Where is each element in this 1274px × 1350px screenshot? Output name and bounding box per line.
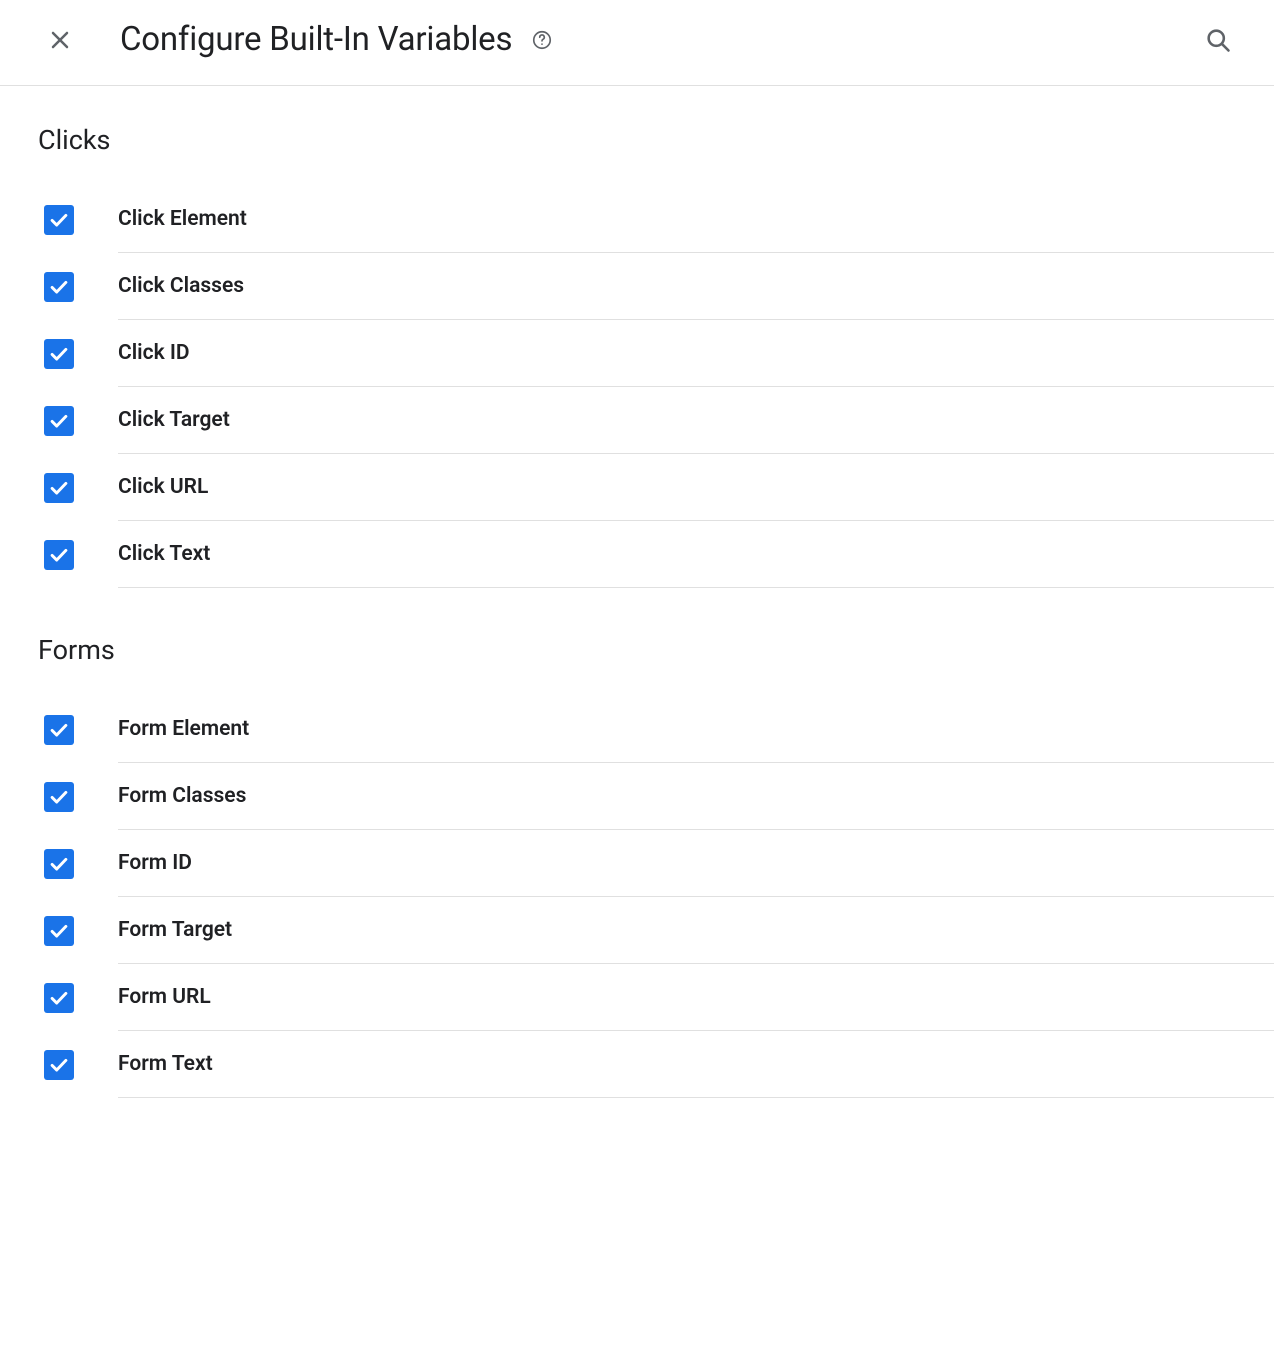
variable-label: Form Text (118, 1052, 213, 1076)
help-icon (531, 29, 553, 51)
variable-label-wrap: Click Target (118, 387, 1274, 454)
variable-row[interactable]: Click ID (38, 320, 1274, 387)
variable-row[interactable]: Form Text (38, 1031, 1274, 1098)
section-forms: Forms Form Element Form Classes Form ID (38, 634, 1274, 1098)
variable-row[interactable]: Form Classes (38, 763, 1274, 830)
variable-label-wrap: Click Element (118, 186, 1274, 253)
checkbox-form-element[interactable] (44, 715, 74, 745)
checkbox-click-classes[interactable] (44, 272, 74, 302)
variable-row[interactable]: Click Element (38, 186, 1274, 253)
dialog-title: Configure Built-In Variables (120, 20, 512, 59)
checkbox-click-target[interactable] (44, 406, 74, 436)
check-icon (48, 544, 70, 566)
search-icon (1204, 26, 1232, 54)
variable-label: Form Element (118, 717, 249, 741)
variable-label: Form Classes (118, 784, 246, 808)
variable-row[interactable]: Click Target (38, 387, 1274, 454)
variable-label-wrap: Form Target (118, 897, 1274, 964)
check-icon (48, 920, 70, 942)
variable-label: Form ID (118, 851, 192, 875)
section-title: Clicks (38, 124, 1274, 156)
variable-label-wrap: Form URL (118, 964, 1274, 1031)
check-icon (48, 343, 70, 365)
variable-label-wrap: Click ID (118, 320, 1274, 387)
variable-label-wrap: Form ID (118, 830, 1274, 897)
variable-label: Click ID (118, 341, 190, 365)
checkbox-form-url[interactable] (44, 983, 74, 1013)
help-button[interactable] (530, 28, 554, 52)
check-icon (48, 209, 70, 231)
dialog-header: Configure Built-In Variables (0, 0, 1274, 86)
variable-row[interactable]: Form Target (38, 897, 1274, 964)
check-icon (48, 853, 70, 875)
variable-label: Click Classes (118, 274, 244, 298)
variable-label: Click Element (118, 207, 247, 231)
check-icon (48, 410, 70, 432)
variable-row[interactable]: Form ID (38, 830, 1274, 897)
checkbox-click-element[interactable] (44, 205, 74, 235)
checkbox-form-text[interactable] (44, 1050, 74, 1080)
close-icon (48, 28, 72, 52)
variable-label-wrap: Form Element (118, 696, 1274, 763)
variable-label: Form URL (118, 985, 211, 1009)
checkbox-form-classes[interactable] (44, 782, 74, 812)
variable-label-wrap: Click Text (118, 521, 1274, 588)
search-button[interactable] (1202, 24, 1234, 56)
check-icon (48, 786, 70, 808)
section-clicks: Clicks Click Element Click Classes Click… (38, 124, 1274, 588)
checkbox-form-id[interactable] (44, 849, 74, 879)
checkbox-click-id[interactable] (44, 339, 74, 369)
check-icon (48, 987, 70, 1009)
variable-row[interactable]: Click Text (38, 521, 1274, 588)
check-icon (48, 1054, 70, 1076)
variable-label: Form Target (118, 918, 232, 942)
variable-label-wrap: Form Text (118, 1031, 1274, 1098)
check-icon (48, 477, 70, 499)
variable-row[interactable]: Click Classes (38, 253, 1274, 320)
variable-label: Click URL (118, 475, 208, 499)
variable-label-wrap: Click Classes (118, 253, 1274, 320)
checkbox-click-url[interactable] (44, 473, 74, 503)
variable-row[interactable]: Click URL (38, 454, 1274, 521)
section-title: Forms (38, 634, 1274, 666)
variable-label-wrap: Click URL (118, 454, 1274, 521)
variable-label: Click Text (118, 542, 210, 566)
close-button[interactable] (46, 26, 74, 54)
variable-row[interactable]: Form Element (38, 696, 1274, 763)
checkbox-click-text[interactable] (44, 540, 74, 570)
variable-row[interactable]: Form URL (38, 964, 1274, 1031)
variable-label-wrap: Form Classes (118, 763, 1274, 830)
check-icon (48, 276, 70, 298)
variable-label: Click Target (118, 408, 230, 432)
checkbox-form-target[interactable] (44, 916, 74, 946)
dialog-content: Clicks Click Element Click Classes Click… (0, 86, 1274, 1098)
check-icon (48, 719, 70, 741)
